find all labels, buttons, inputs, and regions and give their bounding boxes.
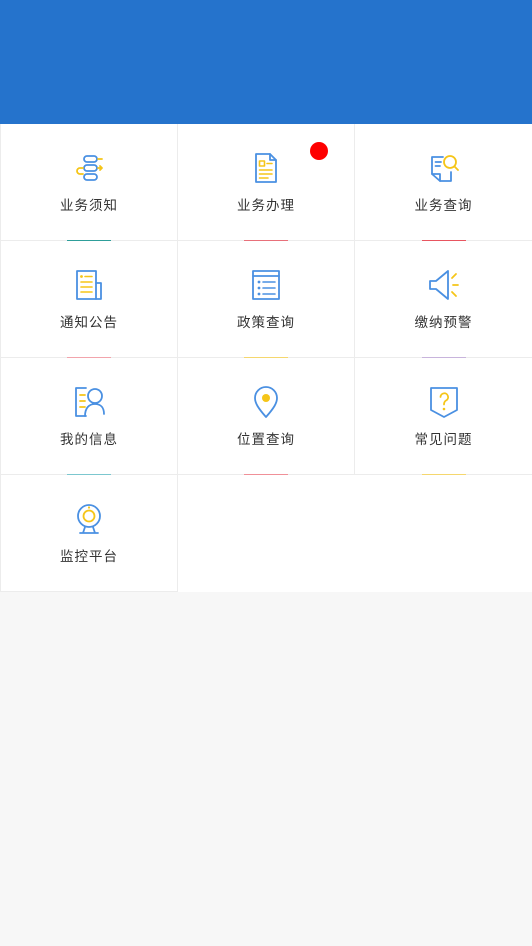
menu-item-label: 业务查询 <box>414 198 473 214</box>
search-document-icon <box>426 150 462 186</box>
menu-item-business-handling[interactable]: 业务办理 <box>178 124 355 241</box>
menu-item-label: 政策查询 <box>237 315 295 331</box>
menu-item-business-notice[interactable]: 业务须知 <box>0 124 178 241</box>
menu-item-policy-query[interactable]: 政策查询 <box>178 241 355 358</box>
menu-item-label: 常见问题 <box>414 432 473 448</box>
app-header <box>0 0 532 124</box>
menu-item-business-query[interactable]: 业务查询 <box>355 124 532 241</box>
item-underline <box>421 474 466 475</box>
page-background <box>0 592 532 946</box>
menu-item-my-info[interactable]: 我的信息 <box>0 358 178 475</box>
menu-item-location-query[interactable]: 位置查询 <box>178 358 355 475</box>
workflow-icon <box>71 150 107 186</box>
menu-item-label: 我的信息 <box>60 432 118 448</box>
menu-item-monitor-platform[interactable]: 监控平台 <box>0 475 178 592</box>
menu-grid: 业务须知 业务办理 业务查询 通知公告 政策查询 缴纳预警 我的信息 位置查询 … <box>0 124 532 592</box>
location-pin-icon <box>248 384 284 420</box>
user-profile-icon <box>71 384 107 420</box>
speaker-icon <box>426 267 462 303</box>
menu-item-label: 位置查询 <box>237 432 295 448</box>
menu-item-label: 监控平台 <box>60 549 118 565</box>
camera-icon <box>71 501 107 537</box>
newspaper-icon <box>71 267 107 303</box>
menu-item-label: 通知公告 <box>60 315 118 331</box>
menu-item-payment-warning[interactable]: 缴纳预警 <box>355 241 532 358</box>
document-icon <box>248 150 284 186</box>
menu-item-label: 缴纳预警 <box>414 315 473 331</box>
menu-item-label: 业务须知 <box>60 198 118 214</box>
menu-item-notice-announcement[interactable]: 通知公告 <box>0 241 178 358</box>
list-document-icon <box>248 267 284 303</box>
menu-item-faq[interactable]: 常见问题 <box>355 358 532 475</box>
item-underline <box>244 474 288 475</box>
notification-badge <box>310 142 328 160</box>
help-question-icon <box>426 384 462 420</box>
menu-item-label: 业务办理 <box>237 198 295 214</box>
